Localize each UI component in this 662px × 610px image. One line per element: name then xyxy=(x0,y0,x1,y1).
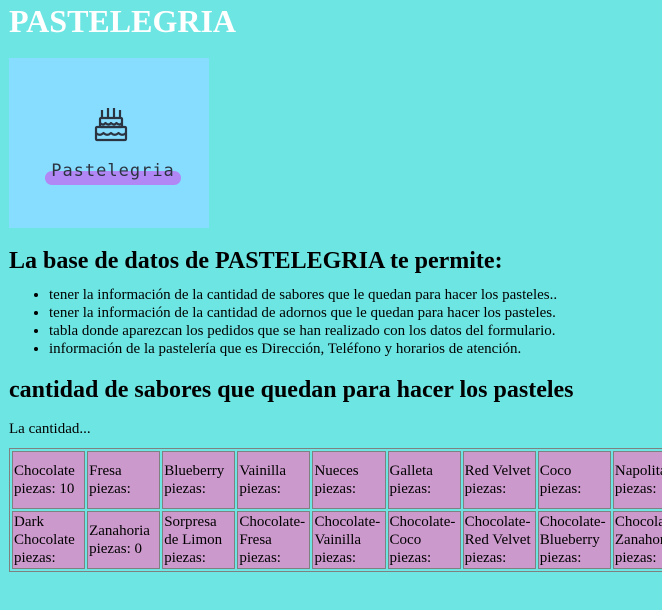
flavor-cell: Zanahoria piezas: 0 xyxy=(87,511,161,569)
flavor-cell: Galleta piezas: xyxy=(387,451,461,509)
logo-image: Pastelegria xyxy=(9,58,209,228)
cake-icon xyxy=(94,108,128,142)
flavor-cell: Red Velvet piezas: xyxy=(462,451,536,509)
flavor-name: Fresa xyxy=(89,463,122,479)
quantity-text: La cantidad... xyxy=(9,421,91,437)
flavor-count: piezas: 10 xyxy=(14,481,75,497)
flavors-heading: cantidad de sabores que quedan para hace… xyxy=(9,377,574,403)
logo-graphic: Pastelegria xyxy=(45,108,181,185)
flavor-name: Zanahoria xyxy=(89,523,150,539)
flavor-count: piezas: xyxy=(389,550,432,566)
flavor-name: Nueces xyxy=(314,463,359,479)
flavor-count: piezas: xyxy=(239,481,281,497)
flavor-cell: Dark Chocolate piezas: xyxy=(12,511,86,569)
flavor-count: piezas: xyxy=(314,481,357,497)
flavor-count: piezas: xyxy=(89,481,131,497)
flavor-count: piezas: xyxy=(239,550,281,566)
flavor-count: piezas: xyxy=(14,550,56,566)
flavor-name: Vainilla xyxy=(239,463,286,479)
flavor-count: piezas: xyxy=(164,481,206,497)
flavor-name: Coco xyxy=(539,463,572,479)
flavor-cell: Nueces piezas: xyxy=(312,451,386,509)
intro-heading: La base de datos de PASTELEGRIA te permi… xyxy=(9,248,503,274)
flavor-count: piezas: xyxy=(464,481,507,497)
flavors-table: Chocolate piezas: 10 Fresa piezas: Blueberry… xyxy=(9,448,662,572)
flavor-cell: Sorpresa de Limon piezas: xyxy=(162,511,236,569)
flavor-name: Chocolate-Coco xyxy=(389,514,456,548)
logo-text: Pastelegria xyxy=(51,161,175,181)
flavor-name: Galleta xyxy=(389,463,433,479)
flavor-count: piezas: xyxy=(164,550,206,566)
flavor-name: Chocolate-Red Velvet xyxy=(464,514,531,548)
flavor-cell: Blueberry piezas: xyxy=(162,451,236,509)
flavor-name: Dark Chocolate xyxy=(14,514,75,548)
flavor-cell: Chocolate-Blueberry piezas: xyxy=(537,511,611,569)
flavor-count: piezas: xyxy=(539,550,582,566)
flavor-cell: Chocolate-Fresa piezas: xyxy=(237,511,311,569)
feature-item: información de la pastelería que es Dire… xyxy=(49,340,662,358)
flavor-cell: Coco piezas: xyxy=(537,451,611,509)
flavor-cell: Vainilla piezas: xyxy=(237,451,311,509)
feature-list: tener la información de la cantidad de s… xyxy=(9,286,662,358)
flavor-count: piezas: xyxy=(614,550,657,566)
flavor-count: piezas: xyxy=(314,550,357,566)
flavor-name: Blueberry xyxy=(164,463,225,479)
flavor-cell: Chocolate-Zanahoria piezas: xyxy=(612,511,662,569)
flavor-name: Chocolate xyxy=(14,463,75,479)
feature-item: tener la información de la cantidad de a… xyxy=(49,304,662,322)
flavor-name: Chocolate-Blueberry xyxy=(539,514,606,548)
feature-item: tener la información de la cantidad de s… xyxy=(49,286,662,304)
flavor-name: Chocolate-Vainilla xyxy=(314,514,381,548)
flavor-cell: Chocolate-Vainilla piezas: xyxy=(312,511,386,569)
flavor-name: Red Velvet xyxy=(464,463,531,479)
table-row: Chocolate piezas: 10 Fresa piezas: Blueberry… xyxy=(12,451,662,509)
flavor-count: piezas: xyxy=(464,550,507,566)
flavor-cell: Napolitano piezas: xyxy=(612,451,662,509)
flavor-count: piezas: xyxy=(389,481,432,497)
flavor-cell: Chocolate piezas: 10 xyxy=(12,451,86,509)
page-title: PASTELEGRIA xyxy=(9,3,237,39)
flavor-count: piezas: xyxy=(614,481,657,497)
flavor-name: Chocolate-Fresa xyxy=(239,514,306,548)
flavor-cell: Chocolate-Coco piezas: xyxy=(387,511,461,569)
page-content: PASTELEGRIA Pastelegria La base de datos… xyxy=(0,0,662,572)
feature-item: tabla donde aparezcan los pedidos que se… xyxy=(49,322,662,340)
flavor-cell: Chocolate-Red Velvet piezas: xyxy=(462,511,536,569)
flavor-name: Napolitano xyxy=(614,463,662,479)
flavor-count: piezas: 0 xyxy=(89,541,143,557)
table-row: Dark Chocolate piezas: Zanahoria piezas: 0 S… xyxy=(12,511,662,569)
flavor-count: piezas: xyxy=(539,481,582,497)
flavor-name: Sorpresa de Limon xyxy=(164,514,223,548)
flavor-cell: Fresa piezas: xyxy=(87,451,161,509)
flavor-name: Chocolate-Zanahoria xyxy=(614,514,662,548)
